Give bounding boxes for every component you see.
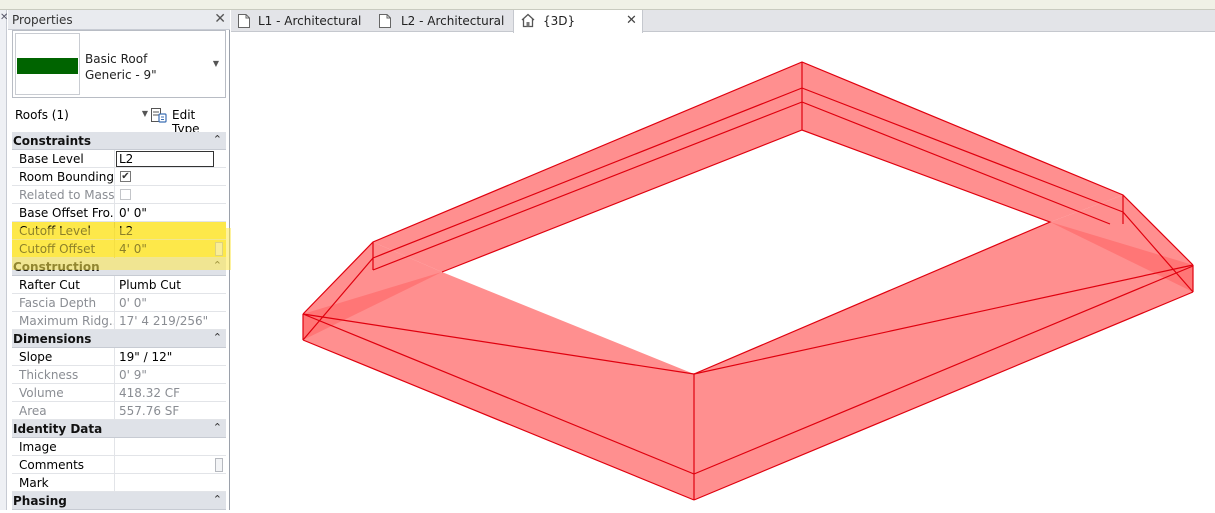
filter-value: Roofs (1): [15, 108, 69, 122]
properties-palette: Properties ✕ Basic Roof Generic - 9" ▼ R…: [8, 10, 234, 510]
section-dimensions[interactable]: Dimensions ⌃: [12, 330, 226, 348]
tab-label: {3D}: [543, 14, 576, 28]
row-mark[interactable]: Mark: [12, 474, 226, 492]
tab-l1-architectural[interactable]: L1 - Architectural: [231, 10, 371, 32]
row-volume: Volume 418.32 CF: [12, 384, 226, 402]
home-3d-icon: [521, 13, 535, 28]
section-construction[interactable]: Construction ⌃: [12, 258, 226, 276]
tab-l2-architectural[interactable]: L2 - Architectural: [372, 10, 512, 32]
tab-label: L1 - Architectural: [258, 14, 362, 28]
property-label: Fascia Depth: [12, 294, 115, 312]
row-slope[interactable]: Slope 19" / 12": [12, 348, 226, 366]
row-base-level[interactable]: Base Level L2: [12, 150, 226, 168]
type-selector[interactable]: Basic Roof Generic - 9" ▼: [12, 30, 226, 98]
section-phasing[interactable]: Phasing ⌃: [12, 492, 226, 510]
volume-value: 418.32 CF: [119, 386, 181, 400]
row-room-bounding[interactable]: Room Bounding ✔: [12, 168, 226, 186]
row-rafter-cut[interactable]: Rafter Cut Plumb Cut: [12, 276, 226, 294]
roof-faces: [303, 62, 1193, 500]
tab-3d[interactable]: {3D} ✕: [513, 10, 643, 33]
section-title: Phasing: [13, 494, 67, 508]
ribbon-bottom-strip: [0, 0, 1215, 10]
mark-value[interactable]: [116, 474, 216, 492]
rafter-cut-value[interactable]: Plumb Cut: [116, 276, 216, 294]
property-label: Slope: [12, 348, 115, 366]
section-title: Identity Data: [13, 422, 103, 436]
property-label: Cutoff Level: [12, 222, 115, 240]
image-value[interactable]: [116, 438, 216, 456]
property-label: Mark: [12, 474, 115, 492]
property-label: Area: [12, 402, 115, 420]
tab-label: L2 - Architectural: [401, 14, 505, 28]
row-cutoff-offset[interactable]: Cutoff Offset 4' 0": [12, 240, 226, 258]
property-label: Thickness: [12, 366, 115, 384]
chevron-double-up-icon[interactable]: ⌃: [213, 259, 222, 272]
type-preview-image: [15, 33, 80, 95]
base-level-input[interactable]: L2: [116, 151, 214, 167]
type-family: Basic Roof: [85, 52, 148, 66]
chevron-double-up-icon[interactable]: ⌃: [213, 331, 222, 344]
type-name: Basic Roof Generic - 9": [85, 51, 157, 83]
view-tab-bar: L1 - Architectural L2 - Architectural {3…: [231, 10, 1215, 33]
property-label: Base Level: [12, 150, 115, 168]
section-title: Dimensions: [13, 332, 92, 346]
chevron-down-icon[interactable]: ▼: [213, 59, 219, 68]
row-maximum-ridge: Maximum Ridg... 17' 4 219/256": [12, 312, 226, 330]
property-label: Cutoff Offset: [12, 240, 115, 258]
row-area: Area 557.76 SF: [12, 402, 226, 420]
property-label: Room Bounding: [12, 168, 115, 186]
section-title: Construction: [13, 260, 100, 274]
comments-value[interactable]: [116, 456, 216, 474]
close-icon[interactable]: ✕: [214, 11, 226, 27]
chevron-double-up-icon[interactable]: ⌃: [213, 133, 222, 146]
sheet-icon: [379, 14, 391, 28]
thickness-value: 0' 9": [119, 368, 147, 382]
row-base-offset[interactable]: Base Offset Fro... 0' 0": [12, 204, 226, 222]
chevron-double-up-icon[interactable]: ⌃: [213, 421, 222, 434]
row-related-to-mass: Related to Mass: [12, 186, 226, 204]
roof-model[interactable]: [231, 33, 1215, 510]
close-icon[interactable]: ✕: [626, 13, 637, 28]
chevron-double-up-icon[interactable]: ⌃: [213, 493, 222, 506]
related-to-mass-checkbox: [120, 189, 131, 200]
row-thickness: Thickness 0' 9": [12, 366, 226, 384]
property-label: Base Offset Fro...: [12, 204, 115, 222]
area-value: 557.76 SF: [119, 404, 180, 418]
property-label: Related to Mass: [12, 186, 115, 204]
slope-value[interactable]: 19" / 12": [116, 348, 216, 366]
room-bounding-checkbox[interactable]: ✔: [120, 171, 131, 182]
property-label: Comments: [12, 456, 115, 474]
section-constraints[interactable]: Constraints ⌃: [12, 132, 226, 150]
sheet-icon: [238, 14, 250, 28]
cutoff-level-value[interactable]: L2: [116, 222, 216, 240]
edit-type-icon: [151, 108, 167, 123]
section-identity-data[interactable]: Identity Data ⌃: [12, 420, 226, 438]
cutoff-offset-value[interactable]: 4' 0": [116, 240, 216, 258]
properties-title: Properties: [12, 13, 73, 27]
section-title: Constraints: [13, 134, 92, 148]
project-browser-edge[interactable]: ✕: [0, 10, 8, 510]
property-label: Image: [12, 438, 115, 456]
max-ridge-value: 17' 4 219/256": [119, 314, 209, 328]
edit-type-button[interactable]: Edit Type: [150, 104, 226, 136]
fascia-depth-value: 0' 0": [119, 296, 147, 310]
scrollbar-thumb[interactable]: [215, 242, 223, 256]
scrollbar-thumb[interactable]: [215, 458, 223, 472]
base-offset-value[interactable]: 0' 0": [116, 204, 216, 222]
property-label: Maximum Ridg...: [12, 312, 115, 330]
row-comments[interactable]: Comments: [12, 456, 226, 474]
property-label: Rafter Cut: [12, 276, 115, 294]
row-cutoff-level[interactable]: Cutoff Level L2: [12, 222, 226, 240]
roof-layer-preview: [17, 58, 78, 74]
row-fascia-depth: Fascia Depth 0' 0": [12, 294, 226, 312]
type-type: Generic - 9": [85, 68, 157, 82]
property-grid: Constraints ⌃ Base Level L2 Room Boundin…: [12, 132, 226, 510]
instance-filter-dropdown[interactable]: Roofs (1) ▼: [12, 104, 148, 126]
row-image[interactable]: Image: [12, 438, 226, 456]
property-label: Volume: [12, 384, 115, 402]
chevron-down-icon[interactable]: ▼: [142, 109, 148, 118]
properties-title-bar[interactable]: Properties ✕: [8, 10, 230, 30]
3d-viewport[interactable]: [231, 33, 1215, 510]
